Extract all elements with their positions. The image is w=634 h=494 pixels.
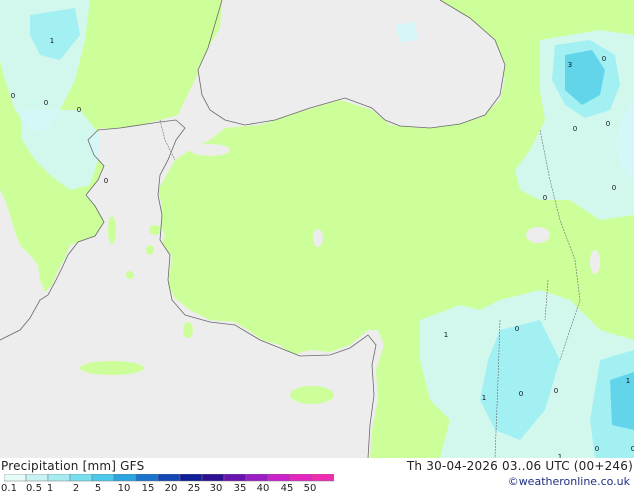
precip-value-label: 0 [554, 387, 558, 395]
precip-area-heavy [610, 372, 634, 430]
precip-value-label: 1 [444, 331, 448, 339]
product-title: Precipitation [mm] GFS [1, 459, 145, 473]
scale-tick-label: 40 [256, 483, 270, 494]
island-rhodes [183, 322, 193, 338]
scale-tick-label: 0.1 [1, 483, 17, 494]
precip-value-label: 0 [602, 55, 606, 63]
precip-value-label: 0 [573, 125, 577, 133]
valid-time: Th 30-04-2026 03..06 UTC (00+246) [406, 459, 633, 473]
scale-swatch [47, 474, 71, 482]
island-cyprus [290, 386, 334, 404]
precip-value-label: 0 [44, 99, 48, 107]
scale-swatch [157, 474, 181, 482]
lake-tuz [313, 229, 323, 247]
precipitation-map: 10000300000010100110 [0, 0, 634, 458]
scale-tick-label: 45 [280, 483, 294, 494]
precip-value-label: 3 [568, 61, 572, 69]
precip-value-label: 1 [626, 377, 630, 385]
precip-value-label: 0 [595, 445, 599, 453]
precip-value-label: 0 [104, 177, 108, 185]
island-euboea [108, 216, 116, 244]
scale-tick-label: 5 [94, 483, 102, 494]
island-lesbos [149, 225, 161, 235]
precip-value-label: 0 [519, 390, 523, 398]
scale-swatch [25, 474, 49, 482]
scale-tick-label: 15 [141, 483, 155, 494]
scale-swatch [69, 474, 93, 482]
legend-footer: Precipitation [mm] GFS Th 30-04-2026 03.… [0, 458, 634, 494]
scale-swatch [311, 474, 334, 482]
precip-value-label: 1 [482, 394, 486, 402]
scale-swatch [223, 474, 247, 482]
island-naxos [126, 271, 134, 279]
precip-value-label: 1 [50, 37, 54, 45]
scale-swatch [289, 474, 313, 482]
scale-swatch [245, 474, 269, 482]
scale-swatch [113, 474, 137, 482]
scale-tick-label: 35 [233, 483, 247, 494]
precip-value-label: 0 [543, 194, 547, 202]
precip-value-label: 0 [515, 325, 519, 333]
lake-urmia [590, 250, 600, 274]
island-crete [80, 361, 144, 375]
scale-tick-label: 10 [117, 483, 131, 494]
scale-tick-label: 20 [164, 483, 178, 494]
precip-value-label: 0 [606, 120, 610, 128]
scale-swatch [91, 474, 115, 482]
scale-tick-label: 2 [72, 483, 80, 494]
precip-value-label: 0 [612, 184, 616, 192]
precip-value-label: 0 [77, 106, 81, 114]
scale-tick-label: 1 [46, 483, 54, 494]
scale-swatch [4, 474, 27, 482]
scale-swatch [201, 474, 225, 482]
scale-swatch [267, 474, 291, 482]
scale-tick-label: 50 [303, 483, 317, 494]
scale-swatch [179, 474, 203, 482]
lake-van [526, 227, 550, 243]
precip-value-label: 0 [11, 92, 15, 100]
sea-of-marmara [190, 144, 230, 156]
scale-tick-label: 30 [209, 483, 223, 494]
credit-link[interactable]: ©weatheronline.co.uk [508, 475, 630, 488]
scale-tick-label: 0.5 [26, 483, 42, 494]
island-chios [146, 245, 154, 255]
scale-swatch [135, 474, 159, 482]
scale-tick-label: 25 [187, 483, 201, 494]
